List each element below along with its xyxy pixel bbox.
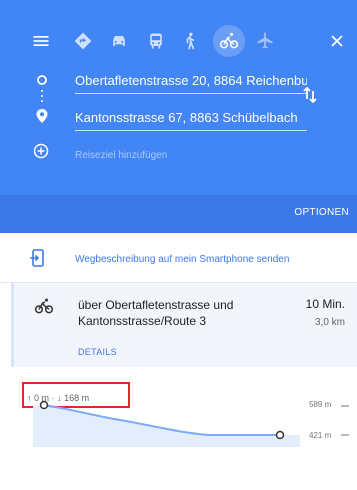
close-icon[interactable] [321,25,353,57]
route-duration: 10 Min. [305,297,345,311]
transit-icon[interactable] [140,25,172,57]
walk-icon[interactable] [174,25,206,57]
details-button[interactable]: DETAILS [78,347,117,357]
travel-mode-bar [0,25,357,61]
route-option-card[interactable]: über Obertafletenstrasse und Kantonsstra… [11,283,357,367]
elevation-max-label: 589 m [309,400,332,409]
origin-field[interactable]: Obertafletenstrasse 20, 8864 Reichenbu [75,73,307,94]
options-button[interactable]: OPTIONEN [294,207,349,218]
car-icon[interactable] [103,25,135,57]
directions-header: Obertafletenstrasse 20, 8864 Reichenbu K… [0,0,357,233]
bicycle-icon[interactable] [213,25,245,57]
add-destination-icon[interactable] [33,143,49,164]
destination-field[interactable]: Kantonsstrasse 67, 8863 Schübelbach [75,110,307,131]
send-to-phone-row[interactable]: Wegbeschreibung auf mein Smartphone send… [0,233,357,283]
best-mode-icon[interactable] [67,25,99,57]
flight-icon[interactable] [249,25,281,57]
send-to-phone-link[interactable]: Wegbeschreibung auf mein Smartphone send… [75,254,289,265]
route-distance: 3,0 km [314,317,345,328]
route-dots-icon [40,89,44,108]
elevation-profile-chart: 589 m 421 m [33,400,349,447]
destination-pin-icon [35,108,49,129]
start-point [39,400,49,410]
send-to-phone-icon [30,249,44,272]
elevation-min-label: 421 m [309,431,332,440]
menu-icon[interactable] [25,25,57,57]
swap-icon[interactable] [302,86,318,109]
add-destination-label[interactable]: Reiseziel hinzufügen [75,150,167,161]
route-description: über Obertafletenstrasse und Kantonsstra… [78,298,234,328]
bicycle-icon [34,297,54,320]
end-point [275,430,285,440]
